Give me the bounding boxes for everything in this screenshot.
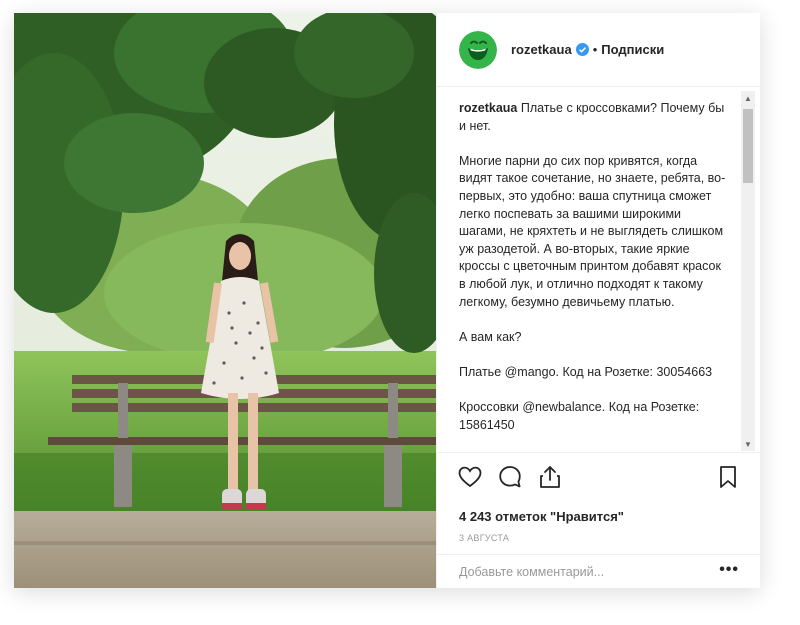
scroll-thumb[interactable]	[743, 109, 753, 183]
bookmark-icon[interactable]	[715, 464, 741, 490]
post-photo[interactable]	[14, 13, 436, 588]
scroll-down-arrow-icon[interactable]: ▼	[741, 437, 755, 451]
likes-count[interactable]: 4 243 отметок "Нравится"	[459, 509, 624, 524]
caption-paragraph: rozetkaua Платье с кроссовками? Почему б…	[459, 100, 731, 135]
rozetka-logo-icon	[459, 30, 497, 69]
verified-badge-icon	[575, 43, 589, 56]
caption-paragraph: Платье @mango. Код на Розетке: 30054663	[459, 364, 713, 379]
more-options-button[interactable]: •••	[719, 561, 739, 579]
comment-input[interactable]	[459, 563, 699, 581]
post-sidebar: rozetkaua • Подписки rozetkaua Платье с …	[436, 13, 761, 588]
instagram-post-card: rozetkaua • Подписки rozetkaua Платье с …	[14, 13, 761, 588]
caption-scrollbar[interactable]: ▲ ▼	[741, 91, 755, 451]
action-icons	[457, 464, 563, 490]
following-button[interactable]: Подписки	[601, 42, 664, 57]
avatar[interactable]	[459, 30, 497, 69]
add-comment-row: •••	[437, 554, 761, 589]
comment-bubble-icon[interactable]	[497, 464, 523, 490]
photo-image	[14, 13, 436, 588]
post-date[interactable]: 3 АВГУСТА	[459, 533, 509, 543]
share-icon[interactable]	[537, 464, 563, 490]
post-header: rozetkaua • Подписки	[437, 13, 761, 87]
caption-username[interactable]: rozetkaua	[459, 101, 517, 115]
post-actions: 4 243 отметок "Нравится" 3 АВГУСТА •••	[437, 452, 761, 588]
caption-paragraph: Кроссовки @newbalance. Код на Розетке: 1…	[459, 400, 700, 432]
caption-paragraph: Многие парни до сих пор кривятся, когда …	[459, 153, 726, 309]
heart-icon[interactable]	[457, 464, 483, 490]
separator-dot: •	[592, 42, 598, 57]
username-link[interactable]: rozetkaua	[511, 42, 572, 57]
caption-paragraph: А вам как?	[459, 329, 522, 344]
scroll-up-arrow-icon[interactable]: ▲	[741, 91, 755, 105]
post-caption: rozetkaua Платье с кроссовками? Почему б…	[437, 88, 761, 451]
